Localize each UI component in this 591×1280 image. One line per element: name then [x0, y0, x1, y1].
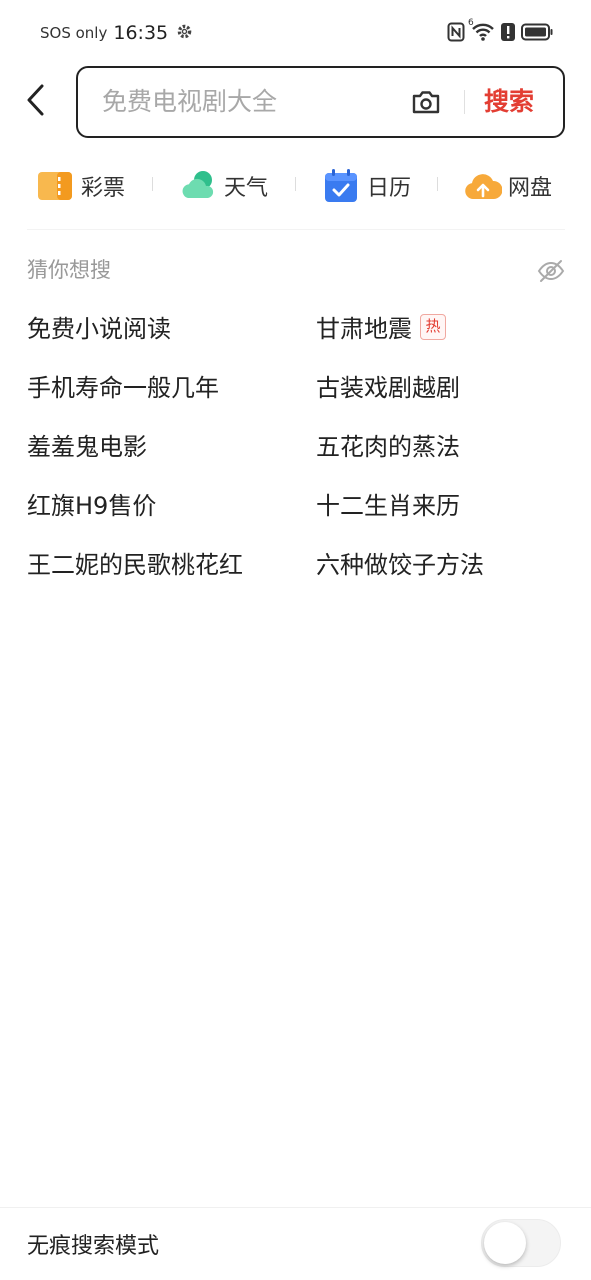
search-box: 搜索: [76, 66, 565, 138]
gear-icon: [176, 23, 193, 44]
hide-suggestions-button[interactable]: [536, 256, 566, 286]
clock: 16:35: [113, 22, 169, 44]
toggle-knob: [484, 1222, 526, 1264]
camera-button[interactable]: [410, 86, 442, 118]
status-bar-left: SOS only 16:35: [40, 22, 193, 44]
suggestion-item[interactable]: 手机寿命一般几年: [27, 368, 219, 403]
suggestion-text: 羞羞鬼电影: [27, 433, 147, 461]
camera-icon: [410, 91, 442, 122]
cloud-drive-icon: [464, 168, 503, 204]
alert-icon: [501, 23, 515, 45]
network-superscript: 6: [468, 18, 474, 28]
suggestion-item[interactable]: 免费小说阅读: [27, 309, 171, 344]
suggestion-text: 免费小说阅读: [27, 315, 171, 343]
shortcut-label: 网盘: [508, 176, 553, 201]
suggestion-text: 五花肉的蒸法: [316, 433, 460, 461]
hot-badge: 热: [420, 313, 446, 340]
search-button[interactable]: 搜索: [484, 68, 534, 135]
suggestion-text: 六种做饺子方法: [316, 551, 484, 579]
shortcut-weather[interactable]: 天气: [180, 160, 268, 212]
incognito-toggle[interactable]: [481, 1219, 561, 1267]
suggestion-item[interactable]: 甘肃地震热: [316, 309, 446, 344]
back-button[interactable]: [18, 80, 54, 124]
carrier-text: SOS only: [40, 24, 108, 42]
status-bar: SOS only 16:35 6: [0, 0, 591, 66]
suggestion-text: 甘肃地震: [316, 315, 412, 343]
lottery-icon: [37, 168, 73, 204]
footer-divider: [0, 1207, 591, 1208]
suggestion-text: 王二妮的民歌桃花红: [27, 551, 243, 579]
shortcut-label: 天气: [224, 176, 269, 201]
eye-off-icon: [536, 260, 566, 290]
calendar-icon: [323, 168, 359, 204]
status-bar-right: 6: [447, 18, 553, 46]
suggestion-text: 红旗H9售价: [27, 492, 157, 520]
search-input[interactable]: [102, 68, 392, 135]
suggestion-text: 手机寿命一般几年: [27, 374, 219, 402]
battery-icon: [521, 23, 553, 45]
weather-icon: [180, 168, 216, 204]
suggestion-item[interactable]: 五花肉的蒸法: [316, 427, 460, 462]
suggestion-text: 古装戏剧越剧: [316, 374, 460, 402]
suggestion-item[interactable]: 红旗H9售价: [27, 486, 156, 521]
suggestion-item[interactable]: 六种做饺子方法: [316, 545, 484, 580]
suggestion-text: 十二生肖来历: [316, 492, 460, 520]
shortcut-cloud-drive[interactable]: 网盘: [464, 160, 552, 212]
suggestion-item[interactable]: 十二生肖来历: [316, 486, 460, 521]
incognito-label: 无痕搜索模式: [27, 1234, 160, 1259]
suggestion-item[interactable]: 羞羞鬼电影: [27, 427, 147, 462]
suggestion-item[interactable]: 古装戏剧越剧: [316, 368, 460, 403]
search-divider: [464, 90, 465, 114]
shortcut-calendar[interactable]: 日历: [323, 160, 411, 212]
wifi-icon: 6: [468, 18, 495, 46]
shortcut-separator: [437, 177, 438, 191]
shortcut-label: 彩票: [81, 176, 126, 201]
shortcut-label: 日历: [367, 176, 412, 201]
suggestions-title: 猜你想搜: [27, 258, 111, 282]
suggestion-item[interactable]: 王二妮的民歌桃花红: [27, 545, 243, 580]
shortcut-separator: [152, 177, 153, 191]
shortcut-lottery[interactable]: 彩票: [37, 160, 125, 212]
chevron-left-icon: [25, 83, 47, 121]
divider: [27, 229, 565, 230]
shortcut-separator: [295, 177, 296, 191]
nfc-icon: [447, 22, 465, 46]
